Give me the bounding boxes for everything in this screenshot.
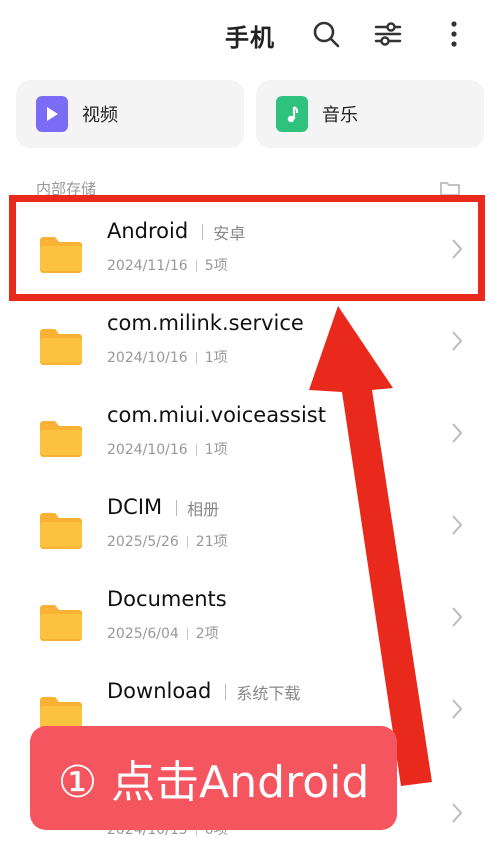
instruction-text: ① 点击Android [57, 757, 370, 808]
instruction-banner: ① 点击Android [30, 726, 397, 830]
